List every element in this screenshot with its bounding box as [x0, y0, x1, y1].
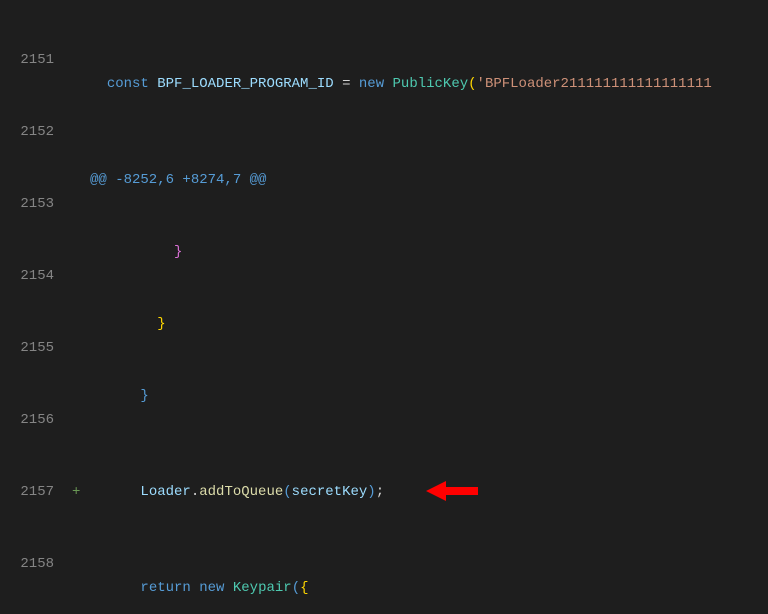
code-line[interactable]: const BPF_LOADER_PROGRAM_ID = new Public… — [72, 72, 768, 96]
line-number: 2158 — [0, 552, 54, 576]
line-number-gutter: 2151 2152 2153 2154 2155 2156 2157 2158 … — [0, 0, 68, 614]
line-number: 2151 — [0, 48, 54, 72]
code-line[interactable]: } — [72, 312, 768, 336]
line-number: 2154 — [0, 264, 54, 288]
code-area[interactable]: const BPF_LOADER_PROGRAM_ID = new Public… — [68, 0, 768, 614]
code-line[interactable]: return new Keypair({ — [72, 576, 768, 600]
code-line-added[interactable]: + Loader.addToQueue(secretKey); — [72, 480, 768, 504]
line-number: 2152 — [0, 120, 54, 144]
line-number: 2157 — [0, 480, 54, 504]
code-editor[interactable]: 2151 2152 2153 2154 2155 2156 2157 2158 … — [0, 0, 768, 614]
code-line[interactable]: @@ -8252,6 +8274,7 @@ — [72, 168, 768, 192]
line-number: 2155 — [0, 336, 54, 360]
annotation-arrow-icon — [424, 477, 480, 505]
line-number: 2153 — [0, 192, 54, 216]
code-line[interactable]: } — [72, 384, 768, 408]
line-number: 2156 — [0, 408, 54, 432]
code-line[interactable]: } — [72, 240, 768, 264]
